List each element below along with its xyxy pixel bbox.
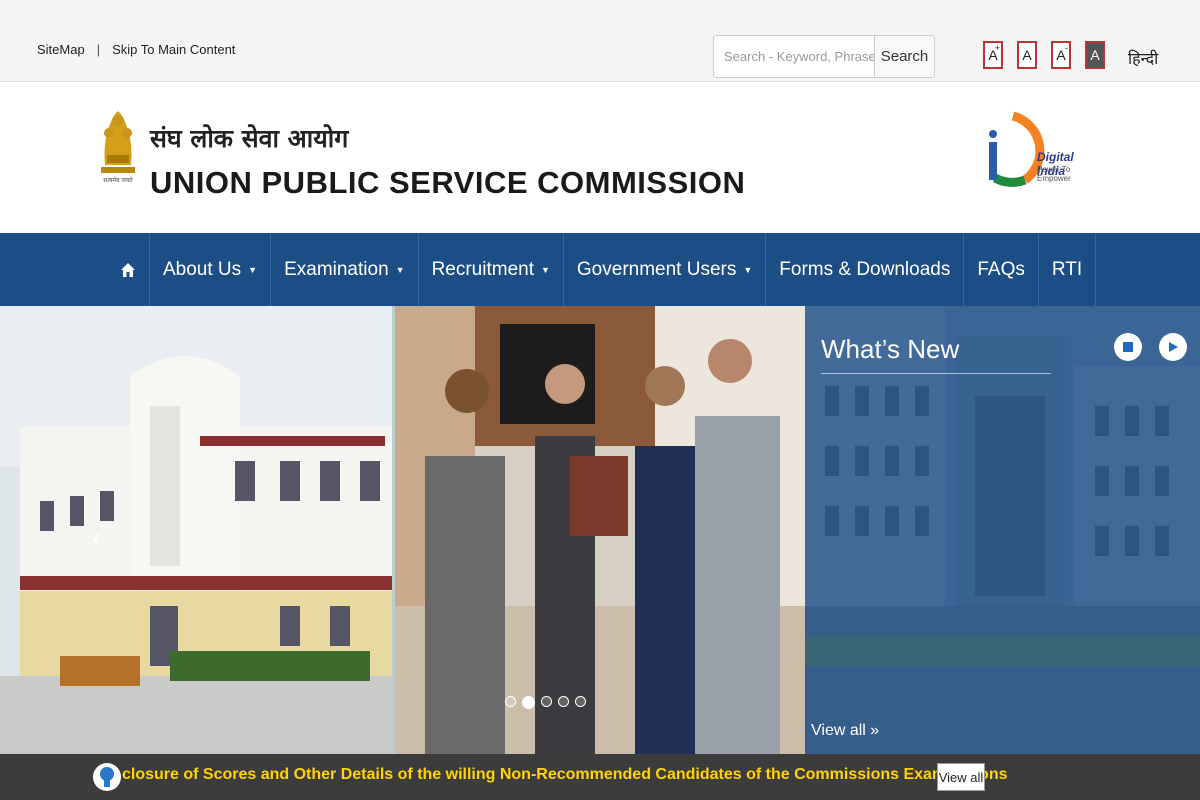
- high-contrast-label: A: [1090, 47, 1100, 63]
- carousel-dot-1[interactable]: [505, 696, 516, 707]
- emblem-motto: सत्यमेव जयते: [103, 176, 133, 184]
- nav-forms-downloads[interactable]: Forms & Downloads: [766, 233, 965, 306]
- digital-india-logo[interactable]: Digital India Power To Empower: [985, 108, 1100, 193]
- caret-down-icon: ▼: [540, 264, 550, 275]
- nav-faqs-label: FAQs: [977, 258, 1025, 280]
- carousel-dot-4[interactable]: [558, 696, 569, 707]
- play-button[interactable]: [1159, 333, 1187, 361]
- top-links: SiteMap | Skip To Main Content: [37, 42, 235, 57]
- site-header: सत्यमेव जयते संघ लोक सेवा आयोग UNION PUB…: [0, 83, 1200, 233]
- skip-to-main-content-link[interactable]: Skip To Main Content: [112, 42, 235, 57]
- news-ticker: closure of Scores and Other Details of t…: [0, 754, 1200, 800]
- caret-down-icon: ▼: [248, 264, 258, 275]
- lightbulb-icon: [93, 763, 121, 791]
- top-utility-bar: SiteMap | Skip To Main Content Search A …: [0, 0, 1200, 82]
- whats-new-divider: [821, 373, 1051, 374]
- national-emblem-icon[interactable]: सत्यमेव जयते: [97, 105, 139, 185]
- site-title-hindi[interactable]: संघ लोक सेवा आयोग: [150, 121, 348, 155]
- digital-india-tagline: Power To Empower: [1037, 165, 1071, 183]
- minus-superscript: -: [1065, 43, 1068, 53]
- nav-home[interactable]: [107, 233, 150, 306]
- carousel-dot-3[interactable]: [541, 696, 552, 707]
- caret-down-icon: ▼: [395, 264, 405, 275]
- site-title-english[interactable]: UNION PUBLIC SERVICE COMMISSION: [150, 165, 745, 201]
- caret-down-icon: ▼: [743, 264, 753, 275]
- nav-recruitment-label: Recruitment: [431, 258, 534, 280]
- font-normal-button[interactable]: A: [1017, 41, 1037, 69]
- image-carousel: ‹: [0, 306, 805, 754]
- upsc-building-photo: [0, 306, 392, 754]
- font-increase-button[interactable]: A +: [983, 41, 1003, 69]
- sitemap-link[interactable]: SiteMap: [37, 42, 85, 57]
- nav-recruitment[interactable]: Recruitment ▼: [419, 233, 564, 306]
- nav-rti-label: RTI: [1051, 258, 1083, 280]
- nav-menu: About Us ▼ Examination ▼ Recruitment ▼ Gove…: [107, 233, 1097, 306]
- carousel-dot-2[interactable]: [522, 696, 535, 709]
- font-normal-label: A: [1022, 47, 1032, 63]
- carousel-prev-arrow-icon[interactable]: ‹: [92, 521, 102, 555]
- ticker-view-all-button[interactable]: View all: [937, 763, 985, 791]
- nav-government-users-label: Government Users: [576, 258, 737, 280]
- search-input[interactable]: [714, 36, 874, 77]
- high-contrast-button[interactable]: A: [1085, 41, 1105, 69]
- plus-superscript: +: [994, 43, 1000, 53]
- whats-new-view-all-link[interactable]: View all »: [811, 722, 879, 740]
- link-separator: |: [96, 42, 101, 57]
- officials-meeting-photo: [395, 306, 805, 754]
- whats-new-panel: What’s New View all »: [805, 306, 1200, 754]
- nav-examination[interactable]: Examination ▼: [271, 233, 419, 306]
- nav-about-us[interactable]: About Us ▼: [150, 233, 272, 306]
- whats-new-title: What’s New: [821, 334, 960, 364]
- ticker-message[interactable]: closure of Scores and Other Details of t…: [122, 766, 1008, 784]
- home-icon: [121, 262, 135, 277]
- play-icon: [1169, 342, 1178, 352]
- nav-about-us-label: About Us: [163, 258, 242, 280]
- nav-examination-label: Examination: [284, 258, 389, 280]
- font-decrease-button[interactable]: A -: [1051, 41, 1071, 69]
- digital-india-icon: [989, 111, 1045, 187]
- search-button[interactable]: Search: [874, 36, 934, 77]
- nav-forms-downloads-label: Forms & Downloads: [779, 258, 951, 280]
- hindi-language-link[interactable]: हिन्दी: [1128, 47, 1158, 69]
- font-size-controls: A + A A - A: [983, 41, 1105, 69]
- stop-button[interactable]: [1114, 333, 1142, 361]
- stop-icon: [1123, 342, 1133, 352]
- nav-rti[interactable]: RTI: [1039, 233, 1097, 306]
- carousel-dots: [505, 696, 586, 709]
- carousel-dot-5[interactable]: [575, 696, 586, 707]
- main-navigation: About Us ▼ Examination ▼ Recruitment ▼ Gove…: [0, 233, 1200, 306]
- nav-government-users[interactable]: Government Users ▼: [564, 233, 767, 306]
- nav-faqs[interactable]: FAQs: [964, 233, 1039, 306]
- search-box: Search: [713, 35, 935, 78]
